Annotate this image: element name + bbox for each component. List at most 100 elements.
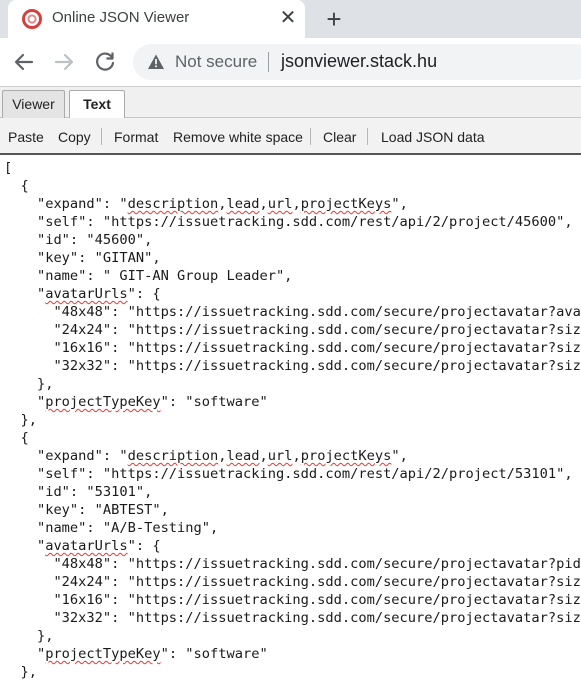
format-button[interactable]: Format	[114, 129, 158, 145]
toolbar-separator	[310, 128, 311, 145]
json-line: "name": "A/B-Testing",	[4, 519, 581, 537]
json-line: "32x32": "https://issuetracking.sdd.com/…	[4, 357, 581, 375]
json-text-segment: "32x32": "https://issuetracking.sdd.com/…	[53, 358, 581, 374]
json-text-segment: "key": "ABTEST",	[4, 502, 169, 518]
browser-tab[interactable]: Online JSON Viewer ✕	[8, 0, 305, 38]
reload-icon[interactable]	[91, 48, 119, 76]
spellcheck-flagged-word: url	[267, 448, 293, 464]
json-text-segment: "48x48": "https://issuetracking.sdd.com/…	[53, 304, 581, 320]
spellcheck-flagged-word: avatarUrls	[45, 286, 128, 302]
json-text-segment: "	[4, 394, 46, 410]
copy-button[interactable]: Copy	[58, 129, 91, 145]
json-text-segment: "16x16": "https://issuetracking.sdd.com/…	[53, 340, 581, 356]
text-action-bar: Paste Copy Format Remove white space Cle…	[0, 118, 581, 155]
viewer-tab-bar: Viewer Text	[0, 86, 581, 118]
json-line: },	[4, 663, 581, 681]
json-line: "name": " GIT-AN Group Leader",	[4, 267, 581, 285]
load-json-data-button[interactable]: Load JSON data	[381, 129, 485, 145]
json-text-segment: ": {	[127, 286, 161, 302]
tab-text[interactable]: Text	[69, 90, 125, 118]
json-line: "avatarUrls": {	[4, 537, 581, 555]
opera-red-circle-icon	[22, 9, 42, 29]
json-text-segment: "16x16": "https://issuetracking.sdd.com/…	[53, 592, 581, 608]
json-text-segment: "32x32": "https://issuetracking.sdd.com/…	[53, 610, 581, 626]
json-line: {	[4, 177, 581, 195]
json-text-segment: "	[4, 286, 46, 302]
json-line: "id": "45600",	[4, 231, 581, 249]
json-line: "24x24": "https://issuetracking.sdd.com/…	[4, 573, 581, 591]
json-text-segment: ": "software"	[160, 394, 268, 410]
json-line: },	[4, 375, 581, 393]
json-line: "projectTypeKey": "software"	[4, 393, 581, 411]
json-line: [	[4, 159, 581, 177]
json-text-segment: ,	[259, 196, 268, 212]
json-text-segment: ,	[292, 196, 301, 212]
json-text-segment: "24x24": "https://issuetracking.sdd.com/…	[53, 322, 581, 338]
spellcheck-flagged-word: lead	[226, 196, 260, 212]
toolbar-separator	[367, 128, 368, 145]
json-text-segment: "name": " GIT-AN Group Leader",	[4, 268, 293, 284]
json-text-segment: "self": "https://issuetracking.sdd.com/r…	[4, 214, 573, 230]
omnibox-divider	[268, 52, 269, 72]
json-line: },	[4, 627, 581, 645]
json-text-segment: "expand": "	[4, 196, 128, 212]
security-status[interactable]: Not secure	[175, 52, 257, 72]
json-line: {	[4, 429, 581, 447]
spellcheck-flagged-word: lead	[226, 448, 260, 464]
new-tab-icon[interactable]: +	[320, 5, 348, 33]
clear-button[interactable]: Clear	[323, 129, 356, 145]
browser-tab-strip: Online JSON Viewer ✕ +	[0, 0, 581, 38]
json-line: "key": "GITAN",	[4, 249, 581, 267]
remove-white-space-button[interactable]: Remove white space	[173, 129, 303, 145]
json-text-content: [ { "expand": "description,lead,url,proj…	[4, 159, 581, 681]
json-line: "16x16": "https://issuetracking.sdd.com/…	[4, 591, 581, 609]
json-text-segment: },	[4, 412, 37, 428]
tab-title: Online JSON Viewer	[52, 9, 190, 26]
json-line: "key": "ABTEST",	[4, 501, 581, 519]
json-line: "48x48": "https://issuetracking.sdd.com/…	[4, 303, 581, 321]
json-text-segment: ,	[218, 196, 227, 212]
spellcheck-flagged-word: description	[127, 448, 219, 464]
json-text-segment: },	[4, 664, 37, 680]
json-text-segment: "	[4, 646, 46, 662]
json-text-segment: ": {	[127, 538, 161, 554]
json-text-segment: "24x24": "https://issuetracking.sdd.com/…	[53, 574, 581, 590]
json-text-segment: "48x48": "https://issuetracking.sdd.com/…	[53, 556, 581, 572]
json-text-segment: },	[4, 376, 54, 392]
json-line: "projectTypeKey": "software"	[4, 645, 581, 663]
browser-toolbar: Not secure jsonviewer.stack.hu	[0, 38, 581, 86]
json-line: "self": "https://issuetracking.sdd.com/r…	[4, 465, 581, 483]
json-line: },	[4, 411, 581, 429]
json-text-segment: {	[4, 178, 29, 194]
tab-close-icon[interactable]: ✕	[277, 7, 299, 29]
back-arrow-icon[interactable]	[10, 48, 38, 76]
json-text-segment: {	[4, 430, 29, 446]
tab-viewer[interactable]: Viewer	[2, 90, 65, 118]
spellcheck-flagged-word: projectTypeKey	[45, 394, 161, 410]
json-text-segment: "	[4, 538, 46, 554]
toolbar-separator	[101, 128, 102, 145]
warning-triangle-icon[interactable]	[147, 53, 165, 71]
json-line: "id": "53101",	[4, 483, 581, 501]
json-text-segment: "name": "A/B-Testing",	[4, 520, 219, 536]
json-line: "32x32": "https://issuetracking.sdd.com/…	[4, 609, 581, 627]
spellcheck-flagged-word: projectTypeKey	[45, 646, 161, 662]
json-line: "self": "https://issuetracking.sdd.com/r…	[4, 213, 581, 231]
spellcheck-flagged-word: projectKeys	[300, 196, 392, 212]
json-line: "expand": "description,lead,url,projectK…	[4, 447, 581, 465]
url-text[interactable]: jsonviewer.stack.hu	[281, 51, 437, 72]
json-text-segment: ",	[391, 196, 408, 212]
json-textarea[interactable]: [ { "expand": "description,lead,url,proj…	[0, 157, 581, 683]
spellcheck-flagged-word: projectKeys	[300, 448, 392, 464]
address-bar[interactable]: Not secure jsonviewer.stack.hu	[133, 44, 581, 80]
spellcheck-flagged-word: description	[127, 196, 219, 212]
json-line: "48x48": "https://issuetracking.sdd.com/…	[4, 555, 581, 573]
spellcheck-flagged-word: avatarUrls	[45, 538, 128, 554]
json-text-segment: ": "software"	[160, 646, 268, 662]
json-text-segment: "expand": "	[4, 448, 128, 464]
json-text-segment: [	[4, 160, 13, 176]
paste-button[interactable]: Paste	[8, 129, 44, 145]
forward-arrow-icon[interactable]	[50, 48, 78, 76]
json-line: "expand": "description,lead,url,projectK…	[4, 195, 581, 213]
json-text-segment: "id": "53101",	[4, 484, 153, 500]
